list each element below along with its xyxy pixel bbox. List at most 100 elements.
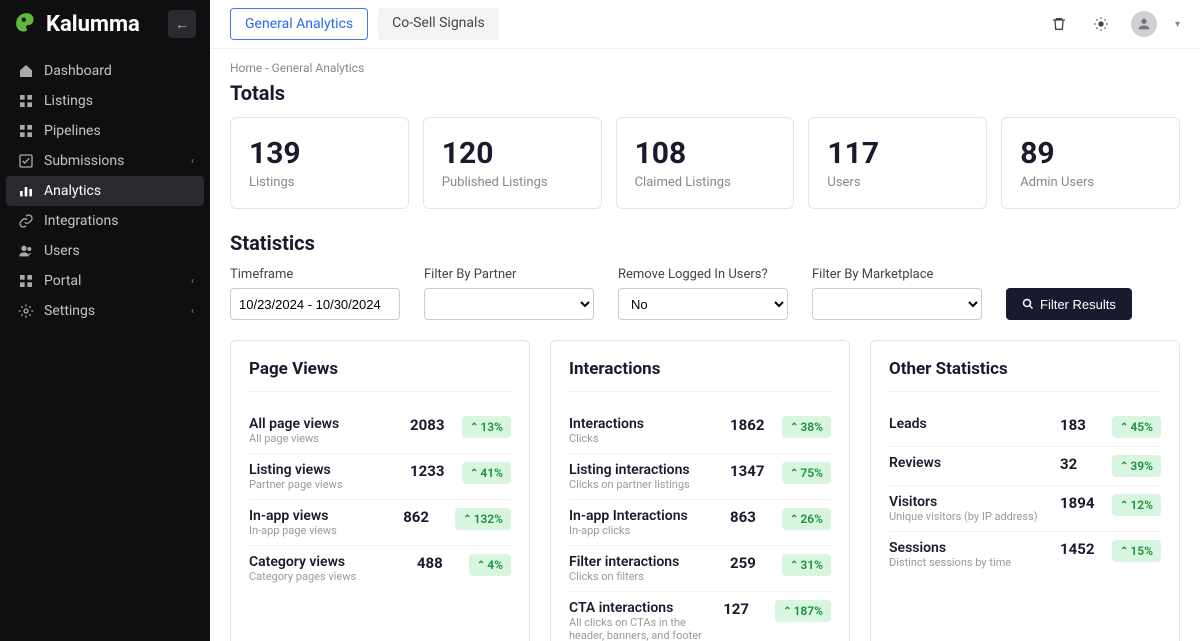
stat-value: 183 xyxy=(1060,416,1104,434)
sidebar-item-submissions[interactable]: Submissions ‹ xyxy=(6,146,204,176)
total-label: Claimed Listings xyxy=(635,175,776,190)
stat-title: Filter interactions xyxy=(569,554,722,570)
total-value: 139 xyxy=(249,136,390,171)
stat-subtitle: In-app clicks xyxy=(569,524,722,537)
stat-value: 32 xyxy=(1060,455,1104,473)
arrow-up-icon: ⌃ xyxy=(783,606,791,617)
total-label: Users xyxy=(827,175,968,190)
stat-subtitle: Clicks on partner listings xyxy=(569,478,722,491)
user-avatar[interactable] xyxy=(1131,11,1157,37)
filter-results-button[interactable]: Filter Results xyxy=(1006,288,1132,320)
theme-toggle-icon[interactable] xyxy=(1089,12,1113,36)
sidebar-item-label: Portal xyxy=(44,273,81,289)
stat-row: Sessions Distinct sessions by time 1452 … xyxy=(889,532,1161,577)
total-card-users: 117 Users xyxy=(808,117,987,209)
stat-percent-badge: ⌃38% xyxy=(782,416,831,438)
page-views-card: Page Views All page views All page views… xyxy=(230,340,530,641)
home-icon xyxy=(18,63,34,79)
main-content: General AnalyticsCo-Sell Signals ▾ Home … xyxy=(210,0,1200,641)
stat-row: Filter interactions Clicks on filters 25… xyxy=(569,546,831,592)
total-card-published-listings: 120Published Listings xyxy=(423,117,602,209)
stat-row: Category views Category pages views 488 … xyxy=(249,546,511,591)
users-icon xyxy=(18,243,34,259)
brand-logo: Kalumma xyxy=(14,11,140,37)
breadcrumb-home[interactable]: Home xyxy=(230,61,262,75)
tab-general-analytics[interactable]: General Analytics xyxy=(230,8,368,40)
sidebar-item-dashboard[interactable]: Dashboard xyxy=(6,56,204,86)
search-icon xyxy=(1022,298,1034,310)
topbar: General Analytics Co-Sell Signals ▾ xyxy=(210,0,1200,49)
stat-title: All page views xyxy=(249,416,402,432)
stat-subtitle: All page views xyxy=(249,432,402,445)
sidebar-item-pipelines[interactable]: Pipelines xyxy=(6,116,204,146)
total-value: 89 xyxy=(1020,136,1161,171)
stat-percent-badge: ⌃13% xyxy=(462,416,511,438)
other-stats-title: Other Statistics xyxy=(889,359,1161,392)
stat-title: In-app views xyxy=(249,508,395,524)
timeframe-input[interactable] xyxy=(230,288,400,320)
arrow-up-icon: ⌃ xyxy=(790,422,798,433)
total-label: Published Listings xyxy=(442,175,583,190)
stat-percent-badge: ⌃4% xyxy=(469,554,511,576)
total-card-claimed-listings: 108Claimed Listings xyxy=(616,117,795,209)
sidebar-item-label: Submissions xyxy=(44,153,124,169)
stat-row: Listing interactions Clicks on partner l… xyxy=(569,454,831,500)
partner-select[interactable] xyxy=(424,288,594,320)
stat-value: 259 xyxy=(730,554,774,572)
stat-value: 2083 xyxy=(410,416,454,434)
stat-percent-badge: ⌃41% xyxy=(462,462,511,484)
stat-value: 1233 xyxy=(410,462,454,480)
avatar-caret-icon[interactable]: ▾ xyxy=(1175,19,1180,30)
arrow-up-icon: ⌃ xyxy=(1120,422,1128,433)
stat-row: Leads 183 ⌃45% xyxy=(889,408,1161,447)
stat-row: All page views All page views 2083 ⌃13% xyxy=(249,408,511,454)
trash-icon[interactable] xyxy=(1047,12,1071,36)
sidebar-item-label: Analytics xyxy=(44,183,101,199)
timeframe-label: Timeframe xyxy=(230,267,400,282)
marketplace-select[interactable] xyxy=(812,288,982,320)
sidebar-item-integrations[interactable]: Integrations xyxy=(6,206,204,236)
total-label: Admin Users xyxy=(1020,175,1161,190)
stat-value: 1452 xyxy=(1060,540,1104,558)
stat-title: Category views xyxy=(249,554,409,570)
arrow-up-icon: ⌃ xyxy=(1120,546,1128,557)
sidebar-item-analytics[interactable]: Analytics xyxy=(6,176,204,206)
remove-users-select[interactable]: No xyxy=(618,288,788,320)
sidebar-item-portal[interactable]: Portal ‹ xyxy=(6,266,204,296)
check-icon xyxy=(18,153,34,169)
sidebar-item-listings[interactable]: Listings xyxy=(6,86,204,116)
stat-title: Leads xyxy=(889,416,1052,432)
stat-row: In-app Interactions In-app clicks 863 ⌃2… xyxy=(569,500,831,546)
interactions-card: Interactions Interactions Clicks 1862 ⌃3… xyxy=(550,340,850,641)
chevron-left-icon: ‹ xyxy=(191,156,194,167)
sidebar-collapse-button[interactable]: ← xyxy=(168,10,196,38)
stat-row: In-app views In-app page views 862 ⌃132% xyxy=(249,500,511,546)
stat-value: 862 xyxy=(403,508,447,526)
stat-subtitle: Clicks on filters xyxy=(569,570,722,583)
stat-title: Listing interactions xyxy=(569,462,722,478)
grid-icon xyxy=(18,93,34,109)
stat-percent-badge: ⌃39% xyxy=(1112,455,1161,477)
stat-subtitle: Distinct sessions by time xyxy=(889,556,1052,569)
sidebar-item-label: Pipelines xyxy=(44,123,101,139)
arrow-up-icon: ⌃ xyxy=(1120,500,1128,511)
marketplace-label: Filter By Marketplace xyxy=(812,267,982,282)
stat-row: Listing views Partner page views 1233 ⌃4… xyxy=(249,454,511,500)
tab-co-sell-signals[interactable]: Co-Sell Signals xyxy=(378,8,499,40)
arrow-up-icon: ⌃ xyxy=(463,514,471,525)
chevron-left-icon: ‹ xyxy=(191,276,194,287)
stat-percent-badge: ⌃15% xyxy=(1112,540,1161,562)
total-value: 117 xyxy=(827,136,968,171)
stat-value: 863 xyxy=(730,508,774,526)
stat-subtitle: Partner page views xyxy=(249,478,402,491)
stat-value: 1347 xyxy=(730,462,774,480)
stat-subtitle: All clicks on CTAs in the header, banner… xyxy=(569,616,715,641)
stat-title: Visitors xyxy=(889,494,1052,510)
sidebar-item-users[interactable]: Users xyxy=(6,236,204,266)
other-stats-card: Other Statistics Leads 183 ⌃45% Reviews … xyxy=(870,340,1180,641)
total-card-listings: 139Listings xyxy=(230,117,409,209)
stat-percent-badge: ⌃12% xyxy=(1112,494,1161,516)
sidebar-item-settings[interactable]: Settings‹ xyxy=(6,296,204,326)
chevron-left-icon: ‹ xyxy=(191,306,194,317)
link-icon xyxy=(18,213,34,229)
